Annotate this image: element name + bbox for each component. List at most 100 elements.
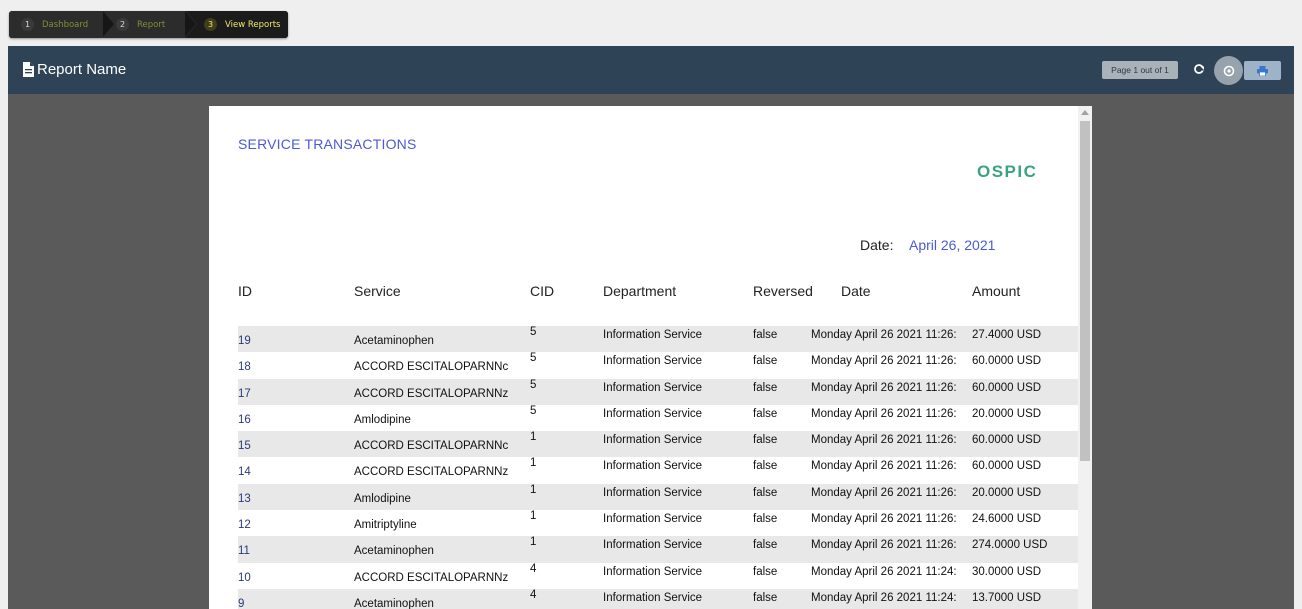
cell-cid: 5 xyxy=(530,378,537,391)
cell-service: ACCORD ESCITALOPARNNc xyxy=(354,361,509,374)
step-label: Dashboard xyxy=(42,19,89,30)
cell-id: 15 xyxy=(238,440,251,453)
table-row: 15 ACCORD ESCITALOPARNNc 1 Information Serv… xyxy=(238,431,1078,458)
cell-date: Monday April 26 2021 11:26: xyxy=(811,355,957,368)
cell-id: 19 xyxy=(238,335,251,347)
cell-department: Information Service xyxy=(603,329,703,341)
cell-cid: 1 xyxy=(530,483,537,496)
settings-icon xyxy=(1223,65,1234,76)
cell-reversed: false xyxy=(753,407,778,420)
cell-service: Acetaminophen xyxy=(354,597,434,609)
column-header-reversed: Reversed xyxy=(753,283,813,299)
column-header-amount: Amount xyxy=(972,283,1021,299)
cell-id: 13 xyxy=(238,492,251,505)
cell-date: Monday April 26 2021 11:26: xyxy=(811,407,957,420)
refresh-icon[interactable] xyxy=(1193,63,1205,75)
transactions-table: 19 Acetaminophen 5 Information Service false… xyxy=(238,326,1078,609)
report-title-area: Report Name xyxy=(22,61,126,78)
cell-department: Information Service xyxy=(603,460,703,473)
cell-reversed: false xyxy=(753,513,778,526)
cell-service: Amitriptyline xyxy=(354,519,417,532)
cell-date: Monday April 26 2021 11:26: xyxy=(811,539,957,552)
cell-amount: 274.0000 USD xyxy=(972,539,1048,552)
print-icon xyxy=(1257,65,1268,76)
scroll-up-arrow-icon[interactable] xyxy=(1081,110,1089,115)
cell-service: Acetaminophen xyxy=(354,545,434,558)
cell-department: Information Service xyxy=(603,355,703,368)
step-label: View Reports xyxy=(225,19,281,30)
cell-date: Monday April 26 2021 11:26: xyxy=(811,381,957,394)
cell-reversed: false xyxy=(753,434,778,447)
date-label: Date: xyxy=(860,237,894,253)
cell-department: Information Service xyxy=(603,539,703,552)
cell-amount: 30.0000 USD xyxy=(972,565,1042,578)
cell-reversed: false xyxy=(753,460,778,473)
report-viewer: Report Name Page 1 out of 1 SERVICE TRAN… xyxy=(8,46,1294,609)
cell-service: ACCORD ESCITALOPARNNz xyxy=(354,466,509,479)
chevron-right-icon xyxy=(103,11,115,37)
report-heading: SERVICE TRANSACTIONS xyxy=(238,136,417,152)
cell-department: Information Service xyxy=(603,407,703,420)
cell-date: Monday April 26 2021 11:26: xyxy=(811,486,957,499)
cell-department: Information Service xyxy=(603,434,703,447)
cell-amount: 20.0000 USD xyxy=(972,486,1042,499)
breadcrumb-step-report[interactable]: 2 Report xyxy=(104,11,197,38)
cell-reversed: false xyxy=(753,381,778,394)
table-row: 18 ACCORD ESCITALOPARNNc 5 Information Serv… xyxy=(238,352,1078,378)
cell-service: ACCORD ESCITALOPARNNz xyxy=(354,571,509,584)
cell-cid: 1 xyxy=(530,457,537,470)
cell-service: Acetaminophen xyxy=(354,335,434,347)
cell-amount: 13.7000 USD xyxy=(972,591,1042,604)
cell-date: Monday April 26 2021 11:26: xyxy=(811,434,957,447)
cell-amount: 60.0000 USD xyxy=(972,460,1042,473)
cell-id: 14 xyxy=(238,466,251,479)
cell-id: 11 xyxy=(238,545,250,558)
cell-cid: 1 xyxy=(530,431,537,444)
breadcrumb-step-view-reports[interactable]: 3 View Reports xyxy=(186,11,288,38)
breadcrumb-step-dashboard[interactable]: 1 Dashboard xyxy=(9,11,115,38)
cell-id: 16 xyxy=(238,413,251,426)
column-header-department: Department xyxy=(603,283,677,299)
settings-button[interactable] xyxy=(1214,56,1243,85)
cell-amount: 27.4000 USD xyxy=(972,329,1042,341)
report-header: Report Name Page 1 out of 1 xyxy=(8,46,1294,94)
cell-reversed: false xyxy=(753,565,778,578)
cell-amount: 20.0000 USD xyxy=(972,407,1042,420)
report-page: SERVICE TRANSACTIONS OSPIC Date: April 2… xyxy=(209,106,1092,609)
print-button[interactable] xyxy=(1244,61,1281,80)
column-header-date: Date xyxy=(841,283,871,299)
cell-department: Information Service xyxy=(603,591,703,604)
column-header-service: Service xyxy=(354,283,401,299)
vertical-scrollbar[interactable] xyxy=(1078,106,1092,609)
table-row: 13 Amlodipine 1 Information Service false Mon… xyxy=(238,483,1078,511)
cell-id: 10 xyxy=(238,571,251,584)
company-logo: OSPIC xyxy=(977,162,1038,181)
document-icon xyxy=(23,62,34,77)
cell-reversed: false xyxy=(753,539,778,552)
cell-cid: 4 xyxy=(530,562,537,575)
scrollbar-thumb[interactable] xyxy=(1080,121,1090,461)
cell-service: ACCORD ESCITALOPARNNc xyxy=(354,440,509,453)
date-value: April 26, 2021 xyxy=(909,237,996,253)
cell-service: Amlodipine xyxy=(354,413,411,426)
table-row: 9 Acetaminophen 4 Information Service false M… xyxy=(238,588,1078,609)
cell-department: Information Service xyxy=(603,565,703,578)
cell-cid: 4 xyxy=(530,588,537,601)
cell-id: 12 xyxy=(238,519,251,532)
report-name: Report Name xyxy=(37,61,127,78)
column-header-cid: CID xyxy=(530,283,555,299)
table-row: 19 Acetaminophen 5 Information Service false… xyxy=(238,326,1078,353)
breadcrumb: 1 Dashboard 2 Report 3 View Reports xyxy=(9,11,288,38)
cell-cid: 5 xyxy=(530,404,537,417)
step-label: Report xyxy=(137,19,166,30)
cell-date: Monday April 26 2021 11:26: xyxy=(811,329,957,341)
column-header-id: ID xyxy=(238,283,252,299)
cell-department: Information Service xyxy=(603,513,703,526)
cell-id: 18 xyxy=(238,361,251,374)
cell-department: Information Service xyxy=(603,381,703,394)
cell-date: Monday April 26 2021 11:26: xyxy=(811,513,957,526)
table-row: 10 ACCORD ESCITALOPARNNz 4 Information Serv… xyxy=(238,563,1078,589)
step-number: 2 xyxy=(116,18,129,31)
cell-amount: 60.0000 USD xyxy=(972,355,1042,368)
table-row: 17 ACCORD ESCITALOPARNNz 5 Information Serv… xyxy=(238,378,1078,405)
